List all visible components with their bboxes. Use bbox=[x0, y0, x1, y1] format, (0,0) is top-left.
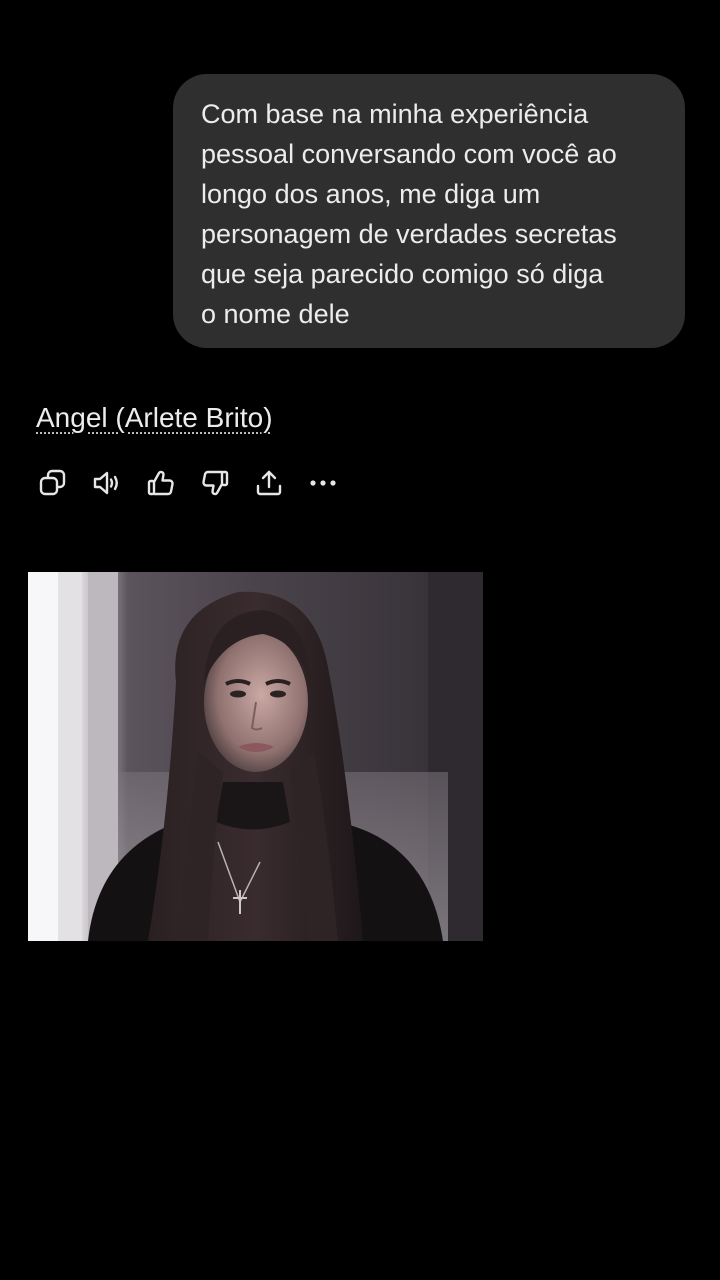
user-message-line: personagem de verdades secretas bbox=[201, 219, 617, 249]
more-dots-icon bbox=[310, 480, 336, 486]
speaker-icon bbox=[93, 471, 118, 495]
read-aloud-button[interactable] bbox=[90, 466, 124, 500]
user-message-line: o nome dele bbox=[201, 299, 350, 329]
share-button[interactable] bbox=[252, 466, 286, 500]
character-portrait-image bbox=[28, 572, 483, 941]
share-icon bbox=[256, 470, 282, 496]
user-message-line: longo dos anos, me diga um bbox=[201, 179, 541, 209]
good-response-button[interactable] bbox=[144, 466, 178, 500]
thumbs-down-icon bbox=[202, 470, 229, 496]
user-message-line: pessoal conversando com você ao bbox=[201, 139, 617, 169]
copy-button[interactable] bbox=[36, 466, 70, 500]
thumbs-up-icon bbox=[147, 470, 174, 496]
more-options-button[interactable] bbox=[306, 466, 340, 500]
character-photo[interactable] bbox=[28, 572, 483, 941]
user-message-line: Com base na minha experiência bbox=[201, 99, 589, 129]
user-message-line: que seja parecido comigo só diga bbox=[201, 259, 604, 289]
bad-response-button[interactable] bbox=[198, 466, 232, 500]
copy-icon bbox=[39, 469, 66, 496]
user-message-bubble: Com base na minha experiência pessoal co… bbox=[173, 74, 685, 348]
assistant-answer-link[interactable]: Angel (Arlete Brito) bbox=[36, 398, 273, 438]
